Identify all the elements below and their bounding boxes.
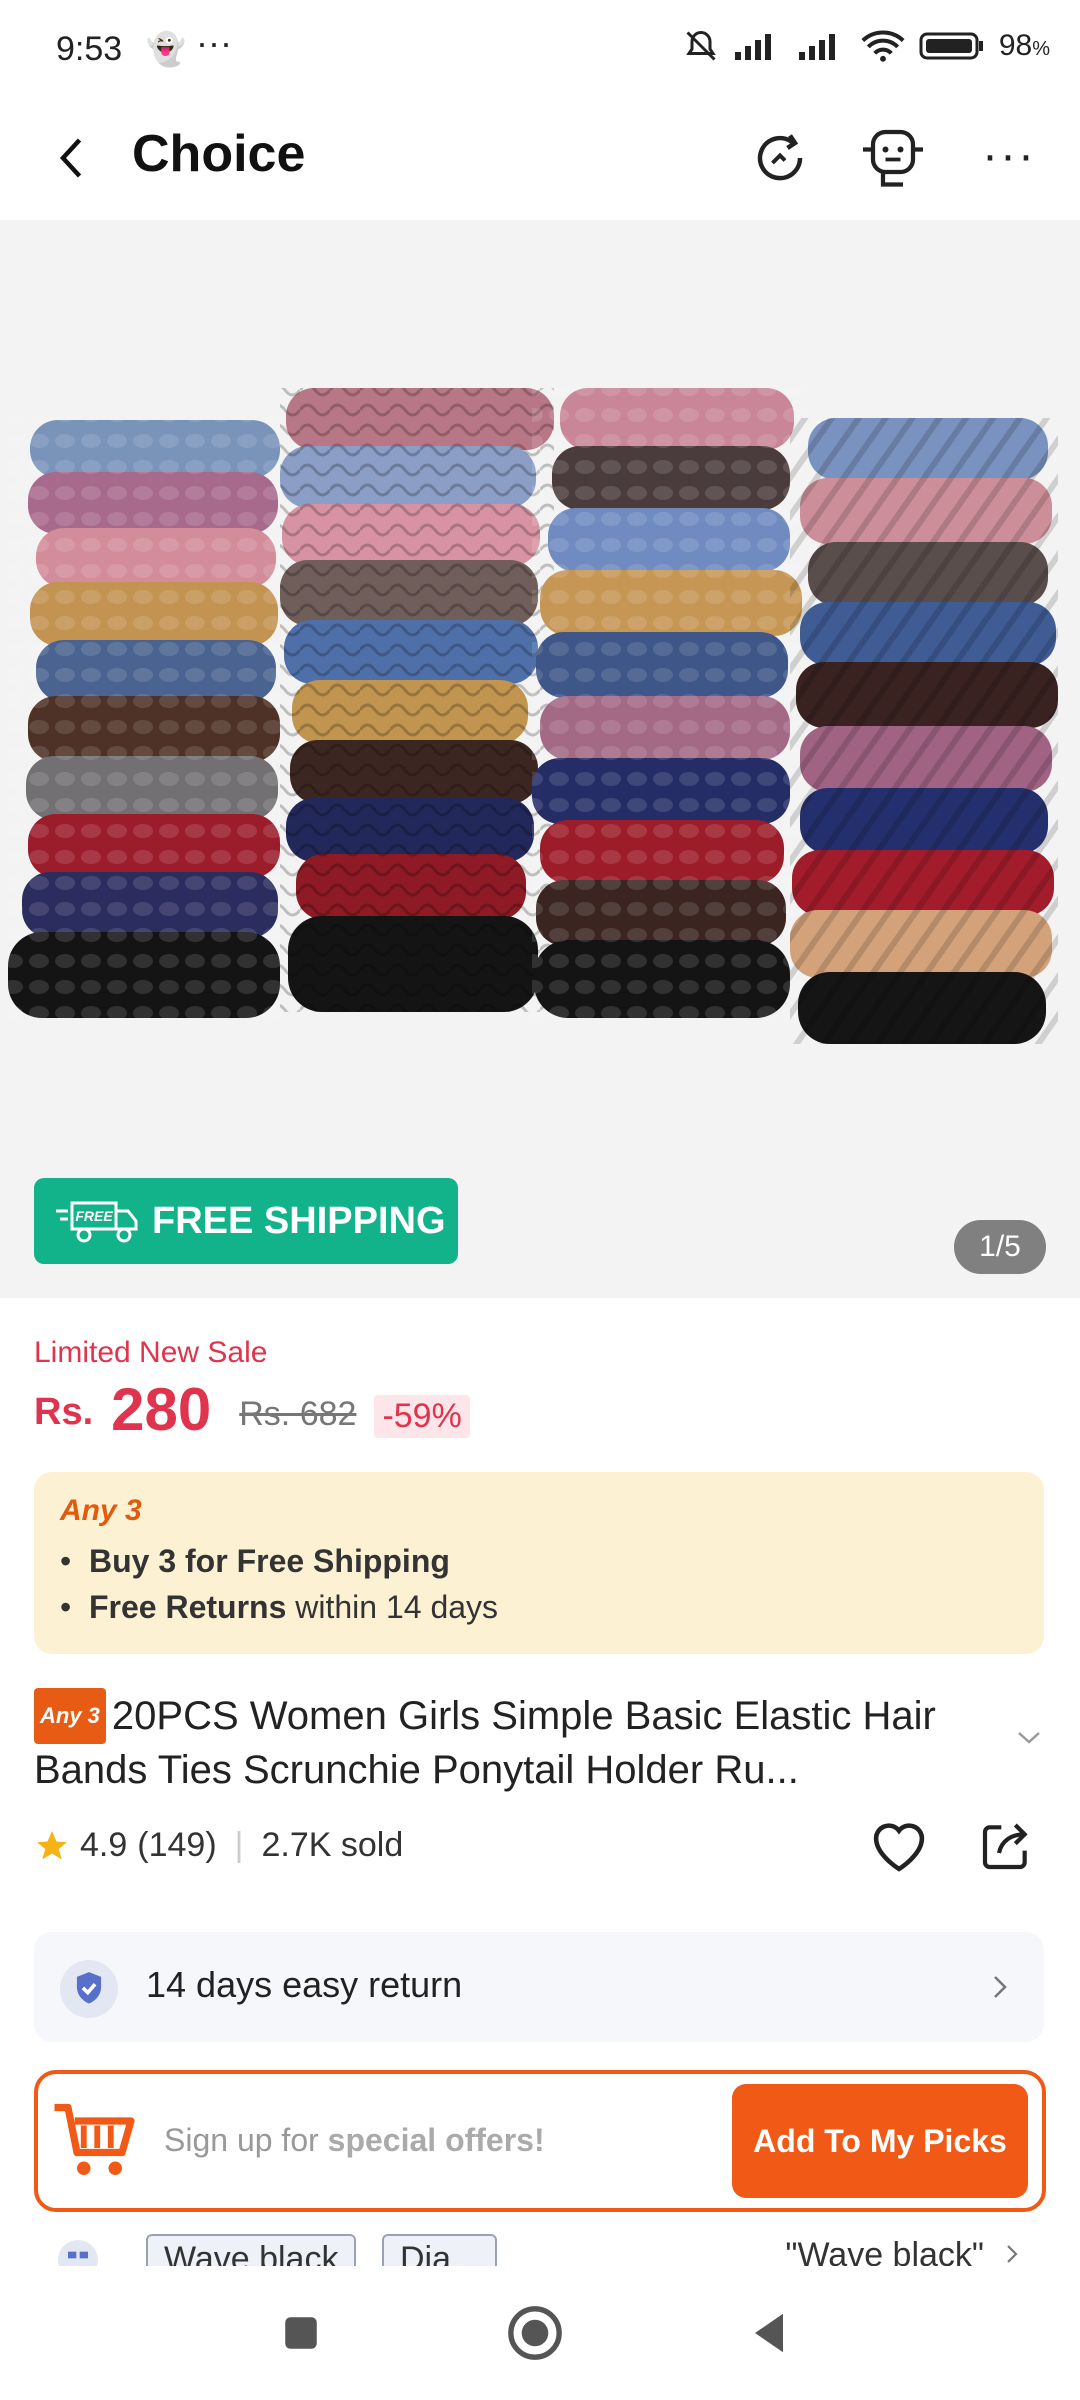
selected-variant: "Wave black" [785,2236,984,2266]
special-offers-banner: Sign up for special offers! Add To My Pi… [34,2070,1046,2212]
product-image [8,388,1058,1044]
customer-service-icon[interactable] [858,124,928,190]
rating-separator: | [234,1826,244,1864]
promo-line-2: • Free Returns within 14 days [60,1589,499,1625]
delivery-truck-icon: FREE [56,1201,138,1243]
recent-apps-icon[interactable] [280,2312,322,2354]
snapchat-icon: 👻 [146,31,186,67]
chevron-right-icon [994,1976,1007,1998]
easy-return-label: 14 days easy return [146,1964,463,2005]
variant-chevron-icon [1007,2245,1018,2263]
promo-line-1: • Buy 3 for Free Shipping [60,1543,450,1579]
offer-text: Sign up for special offers! [164,2122,545,2158]
battery-icon [919,32,983,60]
easy-return-row[interactable]: 14 days easy return [34,1932,1044,2042]
signal-icon [734,34,771,60]
system-nav-bar [0,2266,1080,2400]
refresh-icon[interactable] [750,128,810,188]
add-to-my-picks-button[interactable]: Add To My Picks [732,2084,1028,2198]
signal-icon-2 [798,34,835,60]
any3-tag: Any 3 [34,1688,106,1744]
rating-count: (149) [137,1826,217,1864]
more-options-icon[interactable]: ··· [982,128,1036,183]
sold-count: 2.7K sold [261,1826,404,1864]
shield-check-icon [60,1960,118,2018]
free-badge-text: FREE [75,1208,113,1224]
price-row: Rs. 280 Rs. 682 -59% [34,1380,470,1440]
share-icon[interactable] [978,1818,1034,1874]
free-shipping-badge: FREE FREE SHIPPING [34,1178,458,1264]
status-time: 9:53 [56,30,123,68]
status-bar: 9:53 👻 ··· 98% [0,0,1080,100]
wifi-icon [861,30,905,62]
sale-label: Limited New Sale [34,1336,268,1369]
expand-title-icon[interactable] [1014,1728,1044,1748]
wishlist-heart-icon[interactable] [868,1818,930,1874]
more-notifications-icon: ··· [196,22,232,63]
product-title[interactable]: Any 3 20PCS Women Girls Simple Basic Elas… [34,1688,1004,1796]
variant-chip-wave-black[interactable]: Wave black [146,2234,357,2266]
price-amount: 280 [111,1376,212,1443]
price-currency: Rs. [34,1391,94,1433]
shopping-cart-icon [54,2103,135,2175]
page-title: Choice [132,125,306,183]
rating-score: 4.9 [80,1826,128,1864]
mute-icon [686,30,716,61]
battery-level: 98% [998,29,1050,62]
original-price: Rs. 682 [239,1395,357,1433]
variant-chip-dia[interactable]: Dia... [382,2234,498,2266]
image-counter: 1/5 [954,1220,1046,1274]
home-icon[interactable] [506,2304,564,2362]
back-nav-icon[interactable] [748,2310,790,2356]
product-image-carousel[interactable]: FREE FREE SHIPPING 1/5 [0,220,1080,1298]
app-header: Choice ··· [0,100,1080,220]
back-arrow-icon[interactable] [54,134,90,182]
star-icon [37,1830,67,1859]
rating-row[interactable]: 4.9 (149) | 2.7K sold [34,1826,403,1865]
discount-badge: -59% [374,1395,470,1438]
free-shipping-label: FREE SHIPPING [152,1199,446,1242]
product-title-text: 20PCS Women Girls Simple Basic Elastic H… [34,1694,936,1792]
promo-heading: Any 3 [60,1494,142,1527]
variant-grid-icon [58,2240,98,2266]
promo-box[interactable]: Any 3 • Buy 3 for Free Shipping • Free R… [34,1472,1044,1654]
variant-row[interactable]: Wave black Dia... "Wave black" [34,2226,1044,2266]
